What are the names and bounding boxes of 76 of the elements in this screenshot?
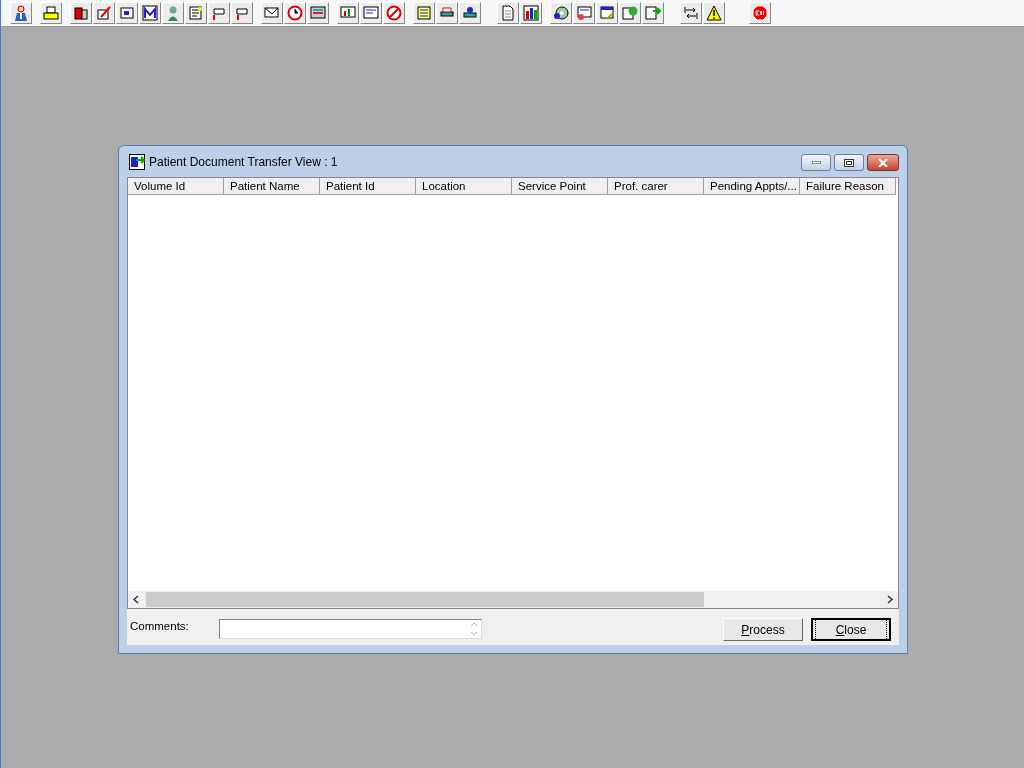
exit-icon [752, 5, 768, 21]
notepad-button[interactable] [413, 2, 435, 24]
column-header[interactable]: Patient Name [224, 178, 320, 195]
monitor-button[interactable] [307, 2, 329, 24]
person-button[interactable] [162, 2, 184, 24]
card-button[interactable] [116, 2, 138, 24]
printer-button[interactable] [40, 2, 62, 24]
card-globe-button[interactable] [619, 2, 641, 24]
column-header[interactable]: Pending Appts/... [704, 178, 800, 195]
swap-arrows-icon [683, 5, 699, 21]
card-arrow-icon [645, 5, 661, 21]
person-icon [165, 5, 181, 21]
clock-icon [287, 5, 303, 21]
no-entry-button[interactable] [383, 2, 405, 24]
card-person-button[interactable] [573, 2, 595, 24]
bar-chart-button[interactable] [520, 2, 542, 24]
letter-m-button[interactable] [139, 2, 161, 24]
column-header[interactable]: Service Point [512, 178, 608, 195]
dialog-button[interactable]: Close [811, 618, 891, 641]
disc-icon [553, 5, 569, 21]
close-icon [878, 158, 888, 167]
card-globe-icon [622, 5, 638, 21]
warning-icon [706, 5, 722, 21]
envelope-button[interactable] [261, 2, 283, 24]
minimize-icon [811, 161, 821, 164]
disc-button[interactable] [550, 2, 572, 24]
clock-button[interactable] [284, 2, 306, 24]
form-button[interactable] [360, 2, 382, 24]
exit-button[interactable] [749, 2, 771, 24]
scrollbar-thumb[interactable] [146, 592, 704, 607]
maximize-button[interactable] [834, 154, 864, 171]
comments-field[interactable] [219, 619, 482, 639]
book-button[interactable] [70, 2, 92, 24]
close-window-button[interactable] [867, 154, 899, 171]
notepad-icon [416, 5, 432, 21]
card-icon [119, 5, 135, 21]
column-header[interactable]: Volume Id [128, 178, 224, 195]
app-icon [129, 153, 145, 170]
minimize-button[interactable] [801, 154, 831, 171]
no-entry-icon [386, 5, 402, 21]
warning-button[interactable] [703, 2, 725, 24]
bed-person-icon [462, 5, 478, 21]
card-arrow-button[interactable] [642, 2, 664, 24]
notepad-pen-button[interactable] [93, 2, 115, 24]
book-icon [73, 5, 89, 21]
bar-chart-icon [523, 5, 539, 21]
window-title: Patient Document Transfer View : 1 [149, 153, 338, 171]
form-icon [363, 5, 379, 21]
printer-icon [43, 5, 59, 21]
column-header[interactable]: Patient Id [320, 178, 416, 195]
chart-screen-button[interactable] [337, 2, 359, 24]
doctor-icon [13, 5, 29, 21]
column-header[interactable]: Prof. carer [608, 178, 704, 195]
letter-m-icon [142, 5, 158, 21]
chart-screen-icon [340, 5, 356, 21]
bed-button[interactable] [436, 2, 458, 24]
card-pen-button[interactable] [596, 2, 618, 24]
spin-arrows-icon [468, 620, 480, 638]
comments-label: Comments: [130, 619, 190, 634]
card-person-icon [576, 5, 592, 21]
note-button[interactable] [185, 2, 207, 24]
card-pen-icon [599, 5, 615, 21]
document-button[interactable] [497, 2, 519, 24]
column-header[interactable]: Failure Reason [800, 178, 896, 195]
bed-person-button[interactable] [459, 2, 481, 24]
document-icon [500, 5, 516, 21]
restore-icon [844, 158, 854, 167]
note-icon [188, 5, 204, 21]
notepad-pen-icon [96, 5, 112, 21]
envelope-icon [264, 5, 280, 21]
swap-arrows-button[interactable] [680, 2, 702, 24]
column-header[interactable]: Location [416, 178, 512, 195]
horizontal-scrollbar[interactable] [128, 591, 898, 608]
doctor-button[interactable] [10, 2, 32, 24]
dialog-button[interactable]: Process [723, 618, 803, 641]
monitor-icon [310, 5, 326, 21]
